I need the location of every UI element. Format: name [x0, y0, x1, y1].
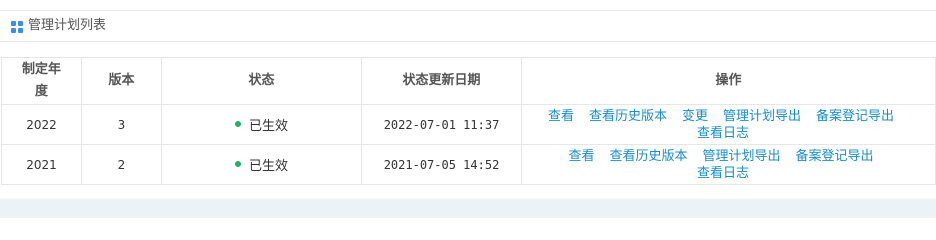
- change-link[interactable]: 变更: [682, 109, 708, 124]
- table-row: 2021 2 已生效 2021-07-05 14:52 查看 查看历史版本 管理计划…: [1, 144, 936, 185]
- cell-updated: 2022-07-01 11:37: [361, 104, 522, 145]
- cell-version: 3: [81, 104, 162, 145]
- cell-year: 2022: [1, 104, 82, 145]
- panel-title: 管理计划列表: [28, 18, 107, 33]
- column-header-version: 版本: [81, 57, 162, 105]
- cell-year: 2021: [1, 144, 82, 185]
- column-header-actions: 操作: [521, 57, 936, 105]
- view-link[interactable]: 查看: [548, 109, 574, 124]
- cell-updated: 2021-07-05 14:52: [361, 144, 522, 185]
- view-log-link[interactable]: 查看日志: [697, 166, 749, 181]
- export-plan-link[interactable]: 管理计划导出: [703, 149, 781, 164]
- view-link[interactable]: 查看: [568, 149, 594, 164]
- export-filing-link[interactable]: 备案登记导出: [816, 109, 894, 124]
- export-plan-link[interactable]: 管理计划导出: [723, 109, 801, 124]
- history-versions-link[interactable]: 查看历史版本: [589, 109, 667, 124]
- status-text: 已生效: [248, 119, 288, 134]
- history-versions-link[interactable]: 查看历史版本: [609, 149, 687, 164]
- column-header-updated: 状态更新日期: [361, 57, 522, 105]
- status-dot-icon: [234, 160, 241, 167]
- table-row: 2022 3 已生效 2022-07-01 11:37 查看 查看历史版本 变更 管理…: [1, 104, 936, 145]
- plan-table: 制定年度 版本 状态 状态更新日期 操作 2022 3 已生效 2022-07-…: [1, 57, 936, 185]
- cell-status: 已生效: [161, 104, 362, 145]
- cell-actions: 查看 查看历史版本 变更 管理计划导出 备案登记导出 查看日志: [521, 104, 936, 145]
- view-log-link[interactable]: 查看日志: [697, 126, 749, 141]
- grid-icon: [11, 21, 23, 33]
- cell-version: 2: [81, 144, 162, 185]
- column-header-status: 状态: [161, 57, 362, 105]
- cell-actions: 查看 查看历史版本 管理计划导出 备案登记导出 查看日志: [521, 144, 936, 185]
- panel-header: 管理计划列表: [0, 10, 936, 42]
- column-header-year: 制定年度: [1, 57, 82, 105]
- status-text: 已生效: [248, 159, 288, 174]
- export-filing-link[interactable]: 备案登记导出: [796, 149, 874, 164]
- cell-status: 已生效: [161, 144, 362, 185]
- table-header-row: 制定年度 版本 状态 状态更新日期 操作: [1, 57, 936, 105]
- footer-bar: [0, 199, 936, 218]
- status-dot-icon: [234, 120, 241, 127]
